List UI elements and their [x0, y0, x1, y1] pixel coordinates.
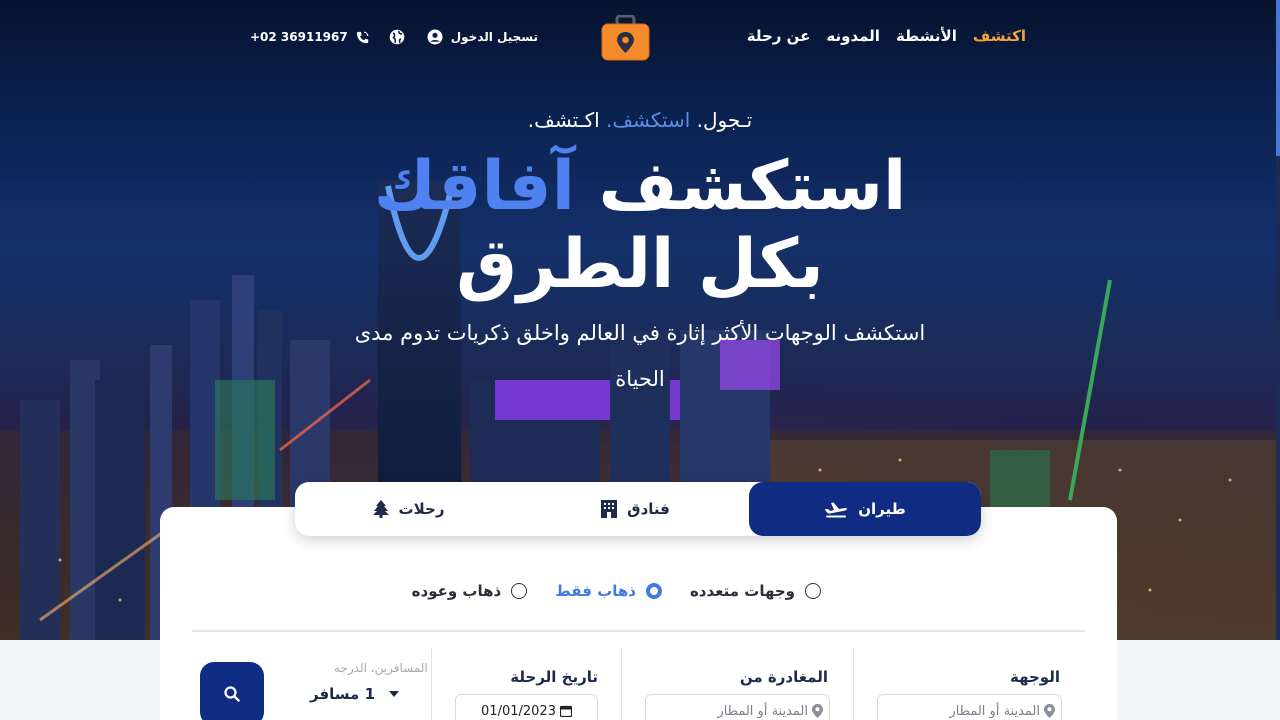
tagline-word-wander: تـجول. [696, 108, 753, 132]
tab-flights[interactable]: طيران [749, 482, 981, 536]
destination-placeholder: المدينة أو المطار [949, 703, 1040, 719]
departure-placeholder: المدينة أو المطار [717, 703, 808, 719]
search-icon [224, 686, 240, 702]
field-separator [853, 648, 854, 720]
top-navbar: اكتشف الأنشطة المدونه عن رحلة +02 369119… [0, 0, 1280, 78]
passengers-value: 1 مسافر [310, 685, 375, 703]
calendar-icon[interactable] [559, 705, 572, 717]
radio-label: ذهاب وعوده [411, 582, 502, 600]
nav-links: اكتشف الأنشطة المدونه عن رحلة [747, 27, 1026, 45]
nav-link-discover[interactable]: اكتشف [973, 27, 1026, 45]
passengers-label: المسافرين، الدرجه [334, 661, 428, 675]
tab-trips[interactable]: رحلات [295, 482, 522, 536]
radio-circle[interactable] [805, 583, 821, 599]
globe-icon[interactable] [389, 29, 405, 45]
passengers-select[interactable]: 1 مسافر [310, 685, 399, 703]
search-panel: ذهاب وعوده ذهاب فقط وجهات متعدده الوجهة … [160, 507, 1117, 720]
date-value: 01/01/2023 [481, 703, 556, 719]
headline-word-explore: استكشف [598, 147, 907, 226]
hotel-icon [601, 500, 618, 518]
radio-circle-selected[interactable] [645, 583, 662, 599]
hero-headline: استكشف آفاقك بكل الطرق [300, 148, 980, 304]
tab-label: رحلات [398, 500, 445, 518]
nav-link-activities[interactable]: الأنشطة [896, 27, 957, 45]
headline-line-2: بكل الطرق [456, 225, 824, 304]
map-pin-icon [812, 704, 823, 718]
booking-tabs: طيران فنادق رحلات [295, 482, 981, 536]
tab-hotels[interactable]: فنادق [522, 482, 749, 536]
map-pin-icon [1044, 704, 1055, 718]
tree-icon [372, 500, 389, 518]
tab-label: طيران [858, 500, 906, 518]
trip-type-one-way[interactable]: ذهاب فقط [555, 582, 662, 600]
nav-contact-area: +02 36911967 تسجيل الدخول [250, 29, 538, 45]
user-icon[interactable] [427, 29, 443, 45]
hero-subline: استكشف الوجهات الأكثر إثارة في العالم وا… [354, 321, 926, 391]
suitcase-logo-icon[interactable] [601, 15, 650, 61]
trip-type-multi-city[interactable]: وجهات متعدده [690, 582, 821, 600]
trip-type-round-trip[interactable]: ذهاب وعوده [412, 582, 528, 600]
panel-divider [192, 630, 1085, 632]
caret-down-icon[interactable] [389, 691, 399, 697]
trip-type-options: ذهاب وعوده ذهاب فقط وجهات متعدده [412, 582, 821, 600]
radio-label: وجهات متعدده [689, 582, 795, 600]
phone-icon [356, 31, 369, 44]
page-scrollbar[interactable] [1276, 0, 1280, 640]
field-separator [621, 648, 622, 720]
date-input[interactable]: 01/01/2023 [455, 694, 598, 720]
hero-tagline: تـجول. استكشف. اكـتشف. [440, 108, 840, 132]
nav-link-about[interactable]: عن رحلة [747, 27, 811, 45]
tagline-word-explore: استكشف. [606, 108, 691, 132]
tagline-word-discover: اكـتشف. [527, 108, 600, 132]
destination-title: الوجهة [1010, 668, 1060, 686]
phone-number[interactable]: +02 36911967 [250, 30, 348, 44]
date-title: تاريخ الرحلة [510, 668, 598, 686]
search-button[interactable] [200, 662, 264, 720]
login-link[interactable]: تسجيل الدخول [451, 30, 538, 44]
departure-title: المغادرة من [739, 668, 828, 686]
destination-input[interactable]: المدينة أو المطار [877, 694, 1062, 720]
nav-link-blog[interactable]: المدونه [826, 27, 880, 45]
radio-circle[interactable] [511, 583, 528, 599]
departure-input[interactable]: المدينة أو المطار [645, 694, 830, 720]
radio-label: ذهاب فقط [555, 582, 636, 600]
headline-word-horizons: آفاقك [373, 147, 575, 226]
plane-icon [825, 502, 848, 518]
tab-label: فنادق [627, 500, 670, 518]
field-separator [431, 648, 432, 720]
